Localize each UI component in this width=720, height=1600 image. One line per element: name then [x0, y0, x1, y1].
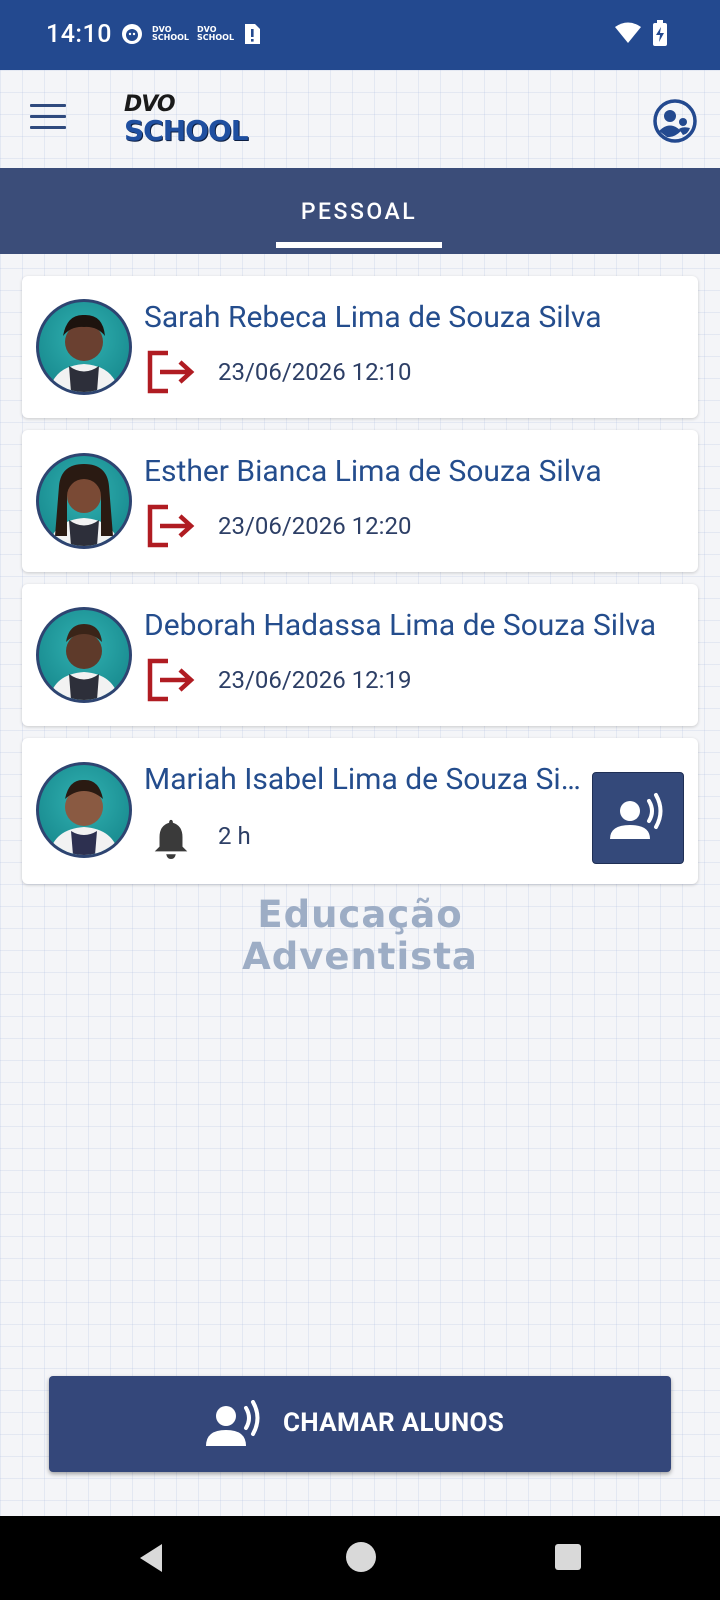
tab-pessoal[interactable]: PESSOAL — [276, 168, 442, 254]
profile-switch-icon[interactable] — [652, 98, 698, 144]
event-timestamp: 2 h — [218, 822, 251, 850]
student-name: Esther Bianca Lima de Souza Silva — [144, 454, 602, 489]
back-icon[interactable] — [136, 1542, 166, 1574]
call-student-button[interactable] — [592, 772, 684, 864]
app-notification-icon: DVO SCHOOL — [152, 26, 189, 42]
call-students-button[interactable]: CHAMAR ALUNOS — [49, 1376, 671, 1472]
watermark-line1: Educação — [257, 893, 463, 936]
student-card[interactable]: Sarah Rebeca Lima de Souza Silva 23/06/2… — [22, 276, 698, 418]
face-notification-icon — [122, 24, 142, 44]
recent-apps-icon[interactable] — [555, 1544, 581, 1570]
watermark-line2: Adventista — [242, 935, 478, 978]
wifi-icon — [615, 22, 641, 43]
exit-icon — [147, 350, 195, 394]
menu-icon-line — [30, 126, 66, 129]
alert-notification-icon — [245, 24, 261, 44]
student-card[interactable]: Mariah Isabel Lima de Souza Silva 2 h — [22, 738, 698, 884]
system-nav-bar — [0, 1516, 720, 1600]
student-avatar — [36, 299, 132, 395]
event-timestamp: 23/06/2026 12:20 — [218, 512, 412, 540]
notification-icons: DVO SCHOOL DVO SCHOOL — [120, 22, 262, 46]
exit-icon — [147, 504, 195, 548]
child-photo-icon — [49, 314, 119, 392]
tab-bar: PESSOAL — [0, 168, 720, 254]
student-name: Mariah Isabel Lima de Souza Silva — [144, 762, 588, 797]
student-name: Sarah Rebeca Lima de Souza Silva — [144, 300, 602, 335]
voice-call-icon — [610, 793, 663, 839]
status-time: 14:10 — [46, 20, 112, 49]
app-bar: DVO SCHOOL — [0, 70, 720, 168]
home-icon[interactable] — [346, 1542, 376, 1572]
student-name: Deborah Hadassa Lima de Souza Silva — [144, 608, 657, 643]
app-logo: DVO SCHOOL — [124, 92, 249, 147]
event-timestamp: 23/06/2026 12:19 — [218, 666, 412, 694]
student-avatar — [36, 762, 132, 858]
menu-icon-line — [30, 104, 66, 107]
bell-icon — [154, 819, 188, 860]
child-photo-icon — [49, 779, 119, 855]
tab-label: PESSOAL — [300, 198, 418, 225]
call-students-label: CHAMAR ALUNOS — [283, 1408, 505, 1438]
student-avatar — [36, 453, 132, 549]
battery-charging-icon — [653, 20, 667, 46]
mini-logo-bottom: SCHOOL — [197, 33, 235, 42]
system-status-icons — [614, 20, 668, 46]
app-notification-icon-2: DVO SCHOOL — [197, 26, 234, 42]
student-avatar — [36, 607, 132, 703]
child-photo-icon — [49, 624, 119, 700]
voice-call-icon — [206, 1400, 260, 1446]
status-bar: 14:10 DVO SCHOOL DVO SCHOOL — [0, 0, 720, 70]
mini-logo-bottom: SCHOOL — [152, 33, 190, 42]
exit-icon — [147, 658, 195, 702]
child-photo-icon — [49, 464, 119, 546]
menu-icon-line — [30, 115, 66, 118]
student-card[interactable]: Esther Bianca Lima de Souza Silva 23/06/… — [22, 430, 698, 572]
tab-selected-indicator — [276, 242, 442, 248]
menu-button[interactable] — [30, 104, 66, 134]
educacao-adventista-watermark: Educação Adventista — [0, 894, 720, 978]
logo-bottom-text: SCHOOL — [124, 114, 249, 147]
event-timestamp: 23/06/2026 12:10 — [218, 358, 412, 386]
student-card[interactable]: Deborah Hadassa Lima de Souza Silva 23/0… — [22, 584, 698, 726]
